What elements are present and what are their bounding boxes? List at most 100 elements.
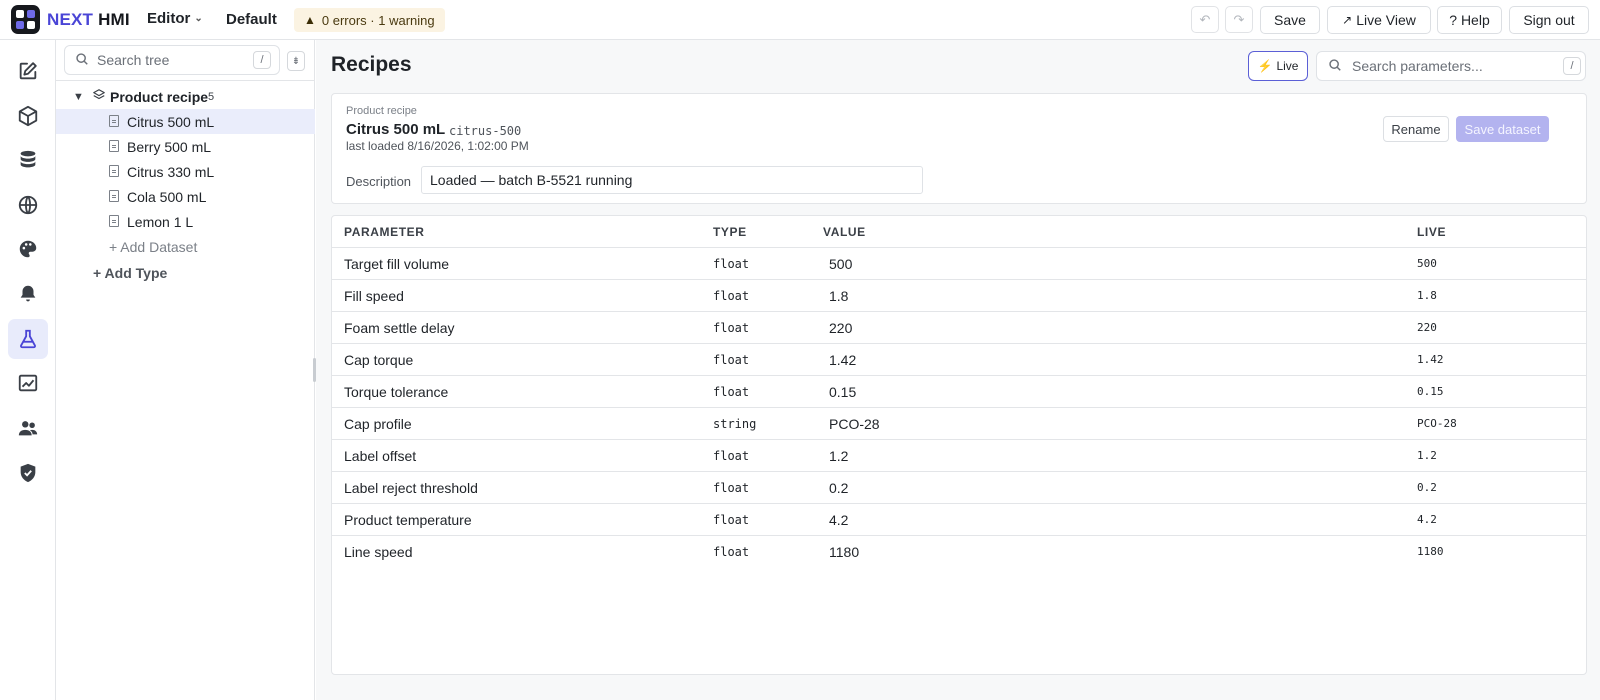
param-value[interactable]: 1180 (829, 536, 859, 567)
param-type: float (713, 480, 750, 495)
external-link-icon: ↗ (1342, 13, 1353, 27)
dataset-name: Citrus 500 mL (346, 121, 446, 138)
edit-icon (19, 62, 37, 80)
table-row[interactable]: Cap torque float 1.42 1.42 (332, 344, 1586, 376)
live-toggle-label: Live (1276, 59, 1299, 73)
rail-item-users[interactable] (8, 408, 48, 448)
param-value[interactable]: 1.42 (829, 344, 856, 375)
param-value[interactable]: 0.2 (829, 472, 848, 503)
brand-name-part1: NEXT (47, 10, 94, 29)
help-button[interactable]: ? Help (1437, 6, 1502, 34)
param-live-value: 0.2 (1417, 481, 1437, 494)
divider (56, 80, 315, 81)
file-icon (109, 115, 119, 127)
tree-group-product-recipe[interactable]: ▼ Product recipe 5 (56, 84, 315, 109)
parameter-table: PARAMETER TYPE VALUE LIVE Target fill vo… (331, 215, 1587, 675)
file-icon (109, 215, 119, 227)
parameter-search[interactable]: / (1316, 51, 1586, 81)
undo-button[interactable]: ↶ (1191, 6, 1219, 33)
rename-button[interactable]: Rename (1383, 116, 1449, 142)
description-label: Description (346, 174, 412, 189)
rail-item-network[interactable] (8, 185, 48, 225)
rail-item-trends[interactable] (8, 363, 48, 403)
editor-menu-label: Editor (147, 10, 191, 27)
param-live-value: 220 (1417, 321, 1437, 334)
sign-out-button[interactable]: Sign out (1509, 6, 1589, 34)
live-view-label: Live View (1356, 12, 1416, 28)
top-bar: NEXT HMI Editor ⌄ Default ▲ 0 errors · 1… (0, 0, 1600, 40)
rail-item-data[interactable] (8, 140, 48, 180)
param-name: Product temperature (344, 511, 472, 528)
param-value[interactable]: 1.2 (829, 440, 848, 471)
palette-icon (19, 240, 37, 258)
database-icon (20, 150, 36, 168)
tree-item-citrus-330[interactable]: Citrus 330 mL (56, 159, 315, 184)
add-dataset-link[interactable]: + Add Dataset (109, 239, 197, 255)
column-header-type[interactable]: TYPE (713, 216, 747, 247)
tree-item-berry-500[interactable]: Berry 500 mL (56, 134, 315, 159)
table-row[interactable]: Target fill volume float 500 500 (332, 248, 1586, 280)
param-name: Torque tolerance (344, 383, 449, 400)
rail-item-objects[interactable] (8, 96, 48, 136)
param-type: float (713, 352, 750, 367)
file-icon (109, 190, 119, 202)
rail-item-theme[interactable] (8, 229, 48, 269)
table-row[interactable]: Line speed float 1180 1180 (332, 536, 1586, 568)
tree-item-label: Citrus 500 mL (127, 113, 215, 130)
table-row[interactable]: Fill speed float 1.8 1.8 (332, 280, 1586, 312)
param-value[interactable]: 1.8 (829, 280, 848, 311)
dataset-type-label: Product recipe (346, 105, 417, 117)
chart-icon (18, 374, 38, 392)
main-content: Recipes ⚡ Live / Product recipe Citrus 5… (316, 40, 1600, 700)
column-header-parameter[interactable]: PARAMETER (344, 216, 425, 247)
status-badge[interactable]: ▲ 0 errors · 1 warning (294, 8, 445, 32)
description-input[interactable] (421, 166, 923, 194)
rail-item-alarms[interactable] (8, 274, 48, 314)
save-button[interactable]: Save (1260, 6, 1320, 34)
brand-name-part2: HMI (98, 10, 130, 29)
tree-search[interactable]: / (64, 45, 280, 75)
param-live-value: 1180 (1417, 545, 1444, 558)
rail-item-edit[interactable] (8, 51, 48, 91)
param-value[interactable]: 4.2 (829, 504, 848, 535)
rail-item-security[interactable] (8, 453, 48, 493)
param-live-value: 1.2 (1417, 449, 1437, 462)
param-value[interactable]: 500 (829, 248, 852, 279)
parameter-search-input[interactable] (1352, 58, 1552, 74)
column-header-value[interactable]: VALUE (823, 216, 866, 247)
cube-icon (18, 105, 38, 127)
profile-selector[interactable]: Default (226, 11, 277, 28)
tree-item-label: Berry 500 mL (127, 138, 212, 155)
dataset-last-loaded: last loaded 8/16/2026, 1:02:00 PM (346, 139, 529, 153)
redo-button[interactable]: ↷ (1225, 6, 1253, 33)
tree-item-citrus-500[interactable]: Citrus 500 mL (56, 109, 315, 134)
app-logo (11, 5, 40, 34)
live-view-button[interactable]: ↗ Live View (1327, 6, 1431, 34)
search-shortcut-hint: / (1563, 57, 1581, 75)
table-row[interactable]: Foam settle delay float 220 220 (332, 312, 1586, 344)
dataset-key: citrus-500 (449, 124, 522, 138)
table-row[interactable]: Torque tolerance float 0.15 0.15 (332, 376, 1586, 408)
tree-item-lemon-1l[interactable]: Lemon 1 L (56, 209, 315, 234)
save-dataset-button[interactable]: Save dataset (1456, 116, 1549, 142)
column-header-live[interactable]: LIVE (1417, 216, 1446, 247)
tree-item-cola-500[interactable]: Cola 500 mL (56, 184, 315, 209)
table-row[interactable]: Cap profile string PCO-28 PCO-28 (332, 408, 1586, 440)
collapse-all-button[interactable]: ⇟ (287, 51, 305, 71)
add-type-link[interactable]: + Add Type (93, 265, 167, 281)
caret-down-icon: ▼ (73, 90, 84, 103)
tree-search-input[interactable] (97, 52, 237, 68)
param-value[interactable]: PCO-28 (829, 408, 880, 439)
param-value[interactable]: 0.15 (829, 376, 856, 407)
table-row[interactable]: Label offset float 1.2 1.2 (332, 440, 1586, 472)
param-value[interactable]: 220 (829, 312, 852, 343)
brand-name: NEXT HMI (47, 10, 130, 30)
table-row[interactable]: Label reject threshold float 0.2 0.2 (332, 472, 1586, 504)
file-icon (109, 165, 119, 177)
table-row[interactable]: Product temperature float 4.2 4.2 (332, 504, 1586, 536)
dataset-card: Product recipe Citrus 500 mL citrus-500 … (331, 93, 1587, 204)
rail-item-recipes[interactable] (8, 319, 48, 359)
live-toggle-button[interactable]: ⚡ Live (1248, 51, 1308, 81)
editor-menu[interactable]: Editor ⌄ (147, 10, 203, 27)
param-type: float (713, 320, 750, 335)
